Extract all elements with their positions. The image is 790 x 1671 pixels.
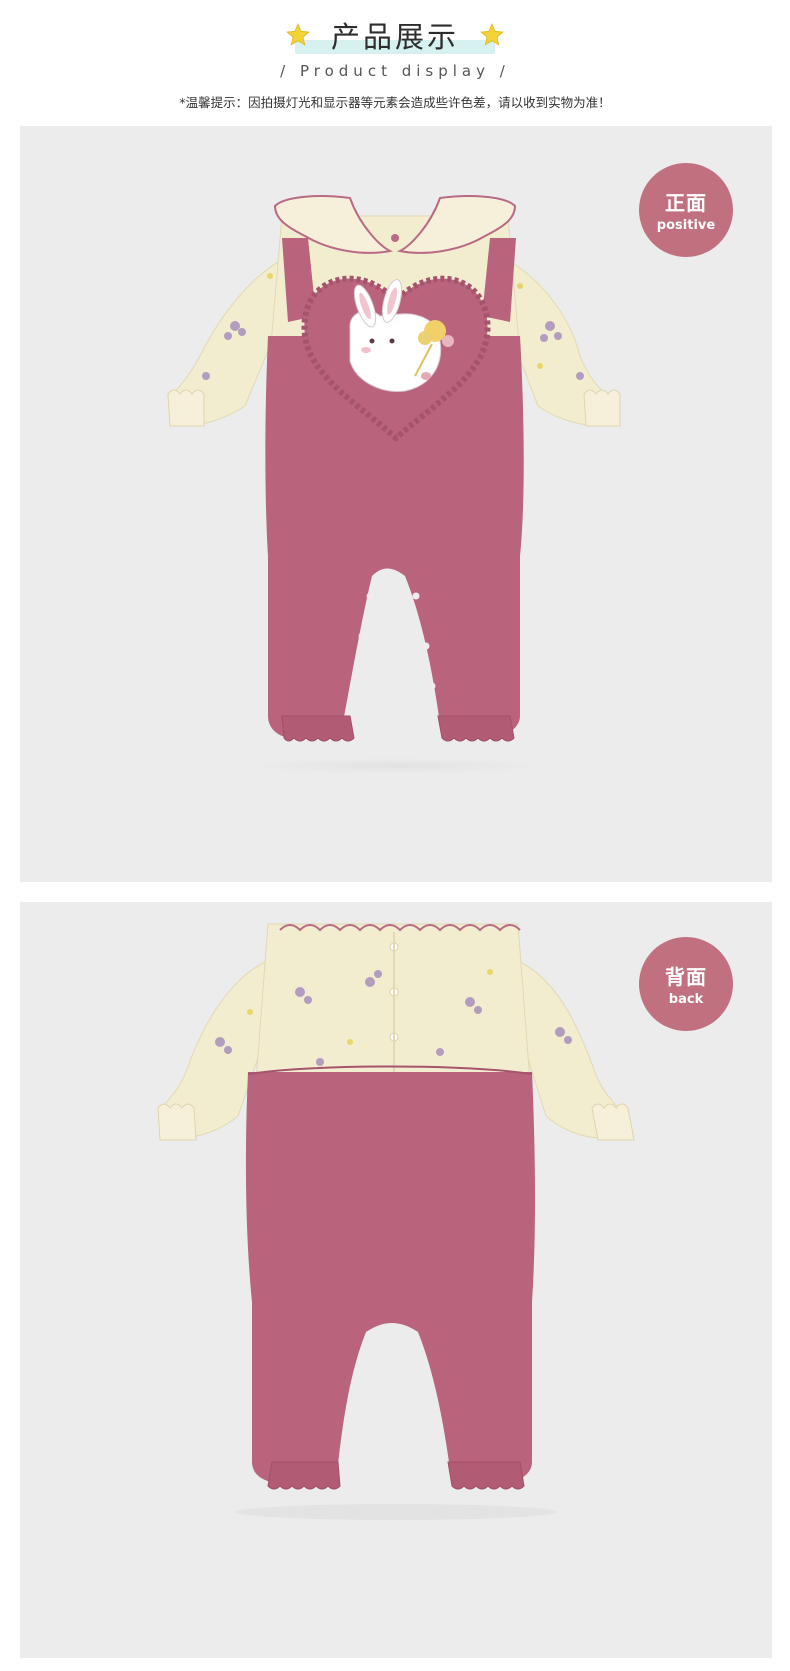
badge-en-label: back	[668, 992, 704, 1007]
badge-cn-label: 正面	[665, 191, 707, 215]
back-view-panel: 背面 back	[20, 902, 772, 1658]
title-wrap: 产品展示	[285, 14, 505, 56]
color-disclaimer: *温馨提示：因拍摄灯光和显示器等元素会造成些许色差，请以收到实物为准！	[179, 95, 611, 110]
star-icon	[286, 23, 310, 46]
back-view-badge: 背面 back	[639, 937, 733, 1031]
front-view-badge: 正面 positive	[639, 163, 733, 257]
page-subtitle: / Product display /	[280, 62, 510, 80]
page-header: 产品展示 / Product display / *温馨提示：因拍摄灯光和显示器…	[0, 0, 790, 125]
badge-cn-label: 背面	[665, 965, 707, 989]
page-title: 产品展示	[330, 20, 459, 54]
badge-en-label: positive	[656, 218, 716, 233]
star-icon	[480, 23, 504, 46]
title-row: 产品展示	[0, 14, 790, 56]
front-view-panel: 正面 positive	[20, 126, 772, 882]
